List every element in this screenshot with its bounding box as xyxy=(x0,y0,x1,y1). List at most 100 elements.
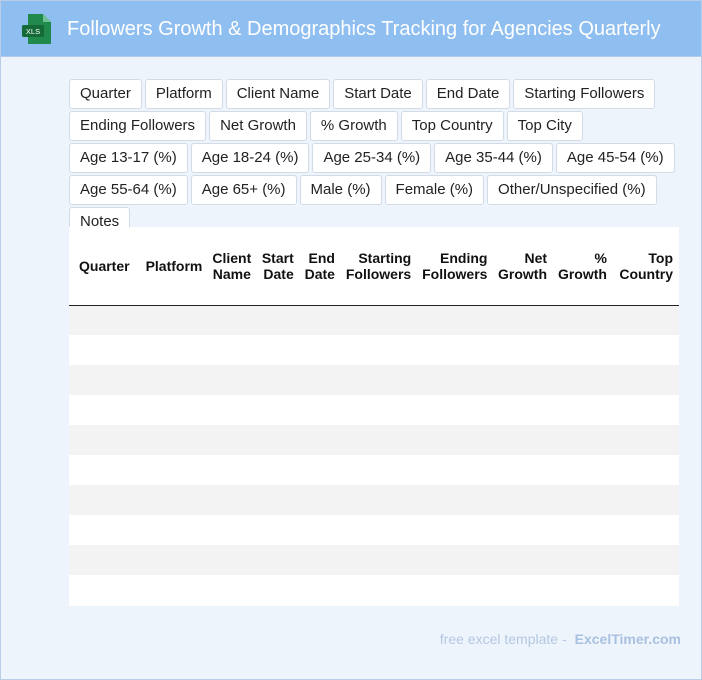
table-cell[interactable] xyxy=(612,425,679,455)
table-cell[interactable] xyxy=(553,365,613,395)
table-cell[interactable] xyxy=(493,455,554,485)
table-cell[interactable] xyxy=(417,455,494,485)
table-cell[interactable] xyxy=(208,395,258,425)
column-header[interactable]: Platform xyxy=(135,227,209,306)
table-cell[interactable] xyxy=(417,425,494,455)
table-cell[interactable] xyxy=(69,545,136,575)
table-cell[interactable] xyxy=(493,575,554,605)
table-cell[interactable] xyxy=(417,485,494,515)
field-tag[interactable]: Top Country xyxy=(400,111,504,141)
table-cell[interactable] xyxy=(257,305,300,335)
table-cell[interactable] xyxy=(553,395,613,425)
table-cell[interactable] xyxy=(299,485,341,515)
table-cell[interactable] xyxy=(69,395,136,425)
column-header[interactable]: Ending Followers xyxy=(417,227,494,306)
table-cell[interactable] xyxy=(553,335,613,365)
field-tag[interactable]: Age 65+ (%) xyxy=(190,175,297,205)
table-cell[interactable] xyxy=(612,575,679,605)
table-cell[interactable] xyxy=(257,485,300,515)
footer-brand-link[interactable]: ExcelTimer.com xyxy=(575,631,681,647)
table-cell[interactable] xyxy=(208,335,258,365)
table-cell[interactable] xyxy=(340,545,418,575)
table-cell[interactable] xyxy=(299,545,341,575)
table-cell[interactable] xyxy=(299,395,341,425)
table-cell[interactable] xyxy=(69,485,136,515)
table-cell[interactable] xyxy=(553,305,613,335)
table-cell[interactable] xyxy=(340,515,418,545)
table-cell[interactable] xyxy=(612,455,679,485)
field-tag[interactable]: Quarter xyxy=(69,79,142,109)
table-cell[interactable] xyxy=(299,455,341,485)
table-cell[interactable] xyxy=(69,365,136,395)
field-tag[interactable]: Starting Followers xyxy=(513,79,656,109)
table-cell[interactable] xyxy=(553,575,613,605)
table-cell[interactable] xyxy=(257,455,300,485)
column-header[interactable]: Start Date xyxy=(257,227,300,306)
table-cell[interactable] xyxy=(340,335,418,365)
table-cell[interactable] xyxy=(135,365,209,395)
table-cell[interactable] xyxy=(612,335,679,365)
table-cell[interactable] xyxy=(299,335,341,365)
table-cell[interactable] xyxy=(208,575,258,605)
field-tag[interactable]: Age 55-64 (%) xyxy=(69,175,188,205)
table-cell[interactable] xyxy=(135,545,209,575)
field-tag[interactable]: Client Name xyxy=(225,79,331,109)
table-cell[interactable] xyxy=(257,575,300,605)
field-tag[interactable]: Male (%) xyxy=(299,175,382,205)
table-cell[interactable] xyxy=(208,515,258,545)
table-cell[interactable] xyxy=(612,545,679,575)
field-tag[interactable]: End Date xyxy=(425,79,511,109)
table-cell[interactable] xyxy=(135,575,209,605)
table-cell[interactable] xyxy=(135,455,209,485)
table-cell[interactable] xyxy=(553,545,613,575)
table-cell[interactable] xyxy=(417,305,494,335)
table-cell[interactable] xyxy=(493,425,554,455)
table-cell[interactable] xyxy=(553,515,613,545)
table-cell[interactable] xyxy=(493,305,554,335)
table-cell[interactable] xyxy=(340,425,418,455)
table-cell[interactable] xyxy=(340,455,418,485)
table-cell[interactable] xyxy=(299,305,341,335)
column-header[interactable]: Net Growth xyxy=(493,227,554,306)
table-cell[interactable] xyxy=(493,515,554,545)
table-cell[interactable] xyxy=(612,365,679,395)
field-tag[interactable]: Top City xyxy=(506,111,583,141)
table-cell[interactable] xyxy=(135,305,209,335)
field-tag[interactable]: Other/Unspecified (%) xyxy=(487,175,657,205)
table-cell[interactable] xyxy=(69,425,136,455)
table-cell[interactable] xyxy=(417,335,494,365)
table-cell[interactable] xyxy=(299,515,341,545)
table-cell[interactable] xyxy=(612,305,679,335)
table-cell[interactable] xyxy=(612,485,679,515)
table-cell[interactable] xyxy=(493,545,554,575)
table-cell[interactable] xyxy=(340,485,418,515)
table-cell[interactable] xyxy=(135,515,209,545)
field-tag[interactable]: Net Growth xyxy=(209,111,307,141)
table-cell[interactable] xyxy=(417,395,494,425)
column-header[interactable]: Client Name xyxy=(208,227,258,306)
field-tag[interactable]: Age 13-17 (%) xyxy=(69,143,188,173)
table-cell[interactable] xyxy=(340,395,418,425)
column-header[interactable]: Quarter xyxy=(69,227,136,306)
table-cell[interactable] xyxy=(417,575,494,605)
column-header[interactable]: Top Country xyxy=(612,227,679,306)
table-cell[interactable] xyxy=(257,545,300,575)
table-cell[interactable] xyxy=(135,425,209,455)
table-cell[interactable] xyxy=(257,425,300,455)
tracking-table-viewport[interactable]: Quarter Platform Client Name Start Date End Dat… xyxy=(69,227,679,606)
field-tag[interactable]: Age 35-44 (%) xyxy=(434,143,553,173)
table-cell[interactable] xyxy=(257,395,300,425)
field-tag[interactable]: Platform xyxy=(144,79,223,109)
table-cell[interactable] xyxy=(612,395,679,425)
field-tag[interactable]: % Growth xyxy=(309,111,398,141)
table-cell[interactable] xyxy=(208,425,258,455)
table-cell[interactable] xyxy=(493,485,554,515)
column-header[interactable]: Starting Followers xyxy=(340,227,418,306)
table-cell[interactable] xyxy=(69,575,136,605)
table-cell[interactable] xyxy=(257,365,300,395)
table-cell[interactable] xyxy=(340,365,418,395)
table-cell[interactable] xyxy=(208,485,258,515)
table-cell[interactable] xyxy=(69,515,136,545)
table-cell[interactable] xyxy=(299,425,341,455)
table-cell[interactable] xyxy=(493,365,554,395)
